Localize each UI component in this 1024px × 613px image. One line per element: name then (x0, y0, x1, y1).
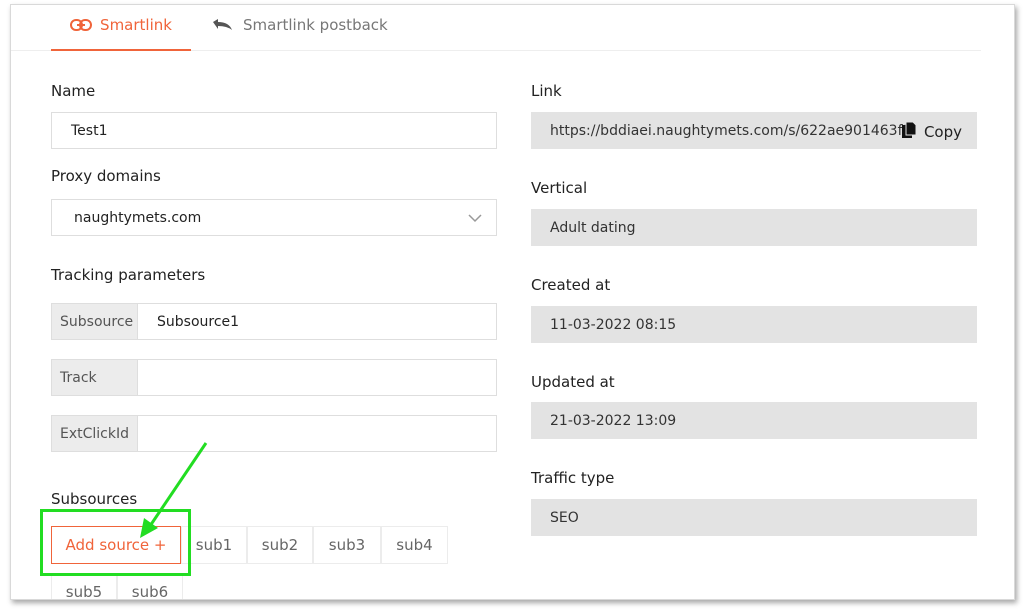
name-label: Name (51, 82, 96, 100)
tab-bar: Smartlink Smartlink postback (11, 5, 981, 51)
vertical-label: Vertical (531, 179, 588, 197)
tracking-parameters-label: Tracking parameters (51, 266, 206, 284)
param-extclickid-addon: ExtClickId (52, 416, 138, 451)
name-field[interactable]: Test1 (51, 112, 497, 149)
copy-button[interactable]: Copy (901, 121, 962, 143)
undo-arrow-icon (209, 16, 235, 36)
param-track: Track (51, 359, 497, 396)
proxy-domains-value: naughtymets.com (74, 209, 202, 226)
link-label: Link (531, 82, 562, 100)
subsource-chip-sub5[interactable]: sub5 (51, 573, 117, 599)
subsource-chip-sub2[interactable]: sub2 (247, 526, 313, 564)
tab-smartlink[interactable]: Smartlink (51, 16, 191, 51)
copy-label: Copy (923, 123, 962, 141)
param-subsource-addon: Subsource (52, 304, 138, 339)
link-field: https://bddiaei.naughtymets.com/s/622ae9… (531, 112, 977, 149)
smartlink-panel: Smartlink Smartlink postback Name Test1 … (10, 4, 1015, 600)
subsource-chip-sub4[interactable]: sub4 (381, 526, 448, 564)
name-value: Test1 (71, 122, 108, 139)
param-track-input[interactable] (138, 360, 496, 395)
tab-smartlink-label: Smartlink (100, 16, 172, 34)
updated-at-field: 21-03-2022 13:09 (531, 402, 977, 439)
traffic-type-field: SEO (531, 499, 977, 536)
proxy-domains-label: Proxy domains (51, 167, 161, 185)
traffic-type-value: SEO (550, 509, 579, 526)
tab-smartlink-postback[interactable]: Smartlink postback (209, 16, 388, 50)
created-at-field: 11-03-2022 08:15 (531, 306, 977, 343)
link-icon (70, 16, 93, 36)
vertical-field: Adult dating (531, 209, 977, 246)
subsources-label: Subsources (51, 490, 138, 508)
tab-smartlink-postback-label: Smartlink postback (243, 16, 388, 34)
proxy-domains-select[interactable]: naughtymets.com (51, 199, 497, 236)
created-at-value: 11-03-2022 08:15 (550, 316, 677, 333)
param-extclickid: ExtClickId (51, 415, 497, 452)
param-extclickid-input[interactable] (138, 416, 496, 451)
updated-at-label: Updated at (531, 373, 615, 391)
param-subsource: Subsource Subsource1 (51, 303, 497, 340)
chevron-down-icon (468, 211, 482, 227)
subsource-chip-sub6[interactable]: sub6 (117, 573, 183, 599)
subsource-chip-sub3[interactable]: sub3 (313, 526, 381, 564)
updated-at-value: 21-03-2022 13:09 (550, 412, 677, 429)
annotation-highlight-box (40, 509, 191, 576)
created-at-label: Created at (531, 276, 611, 294)
vertical-value: Adult dating (550, 219, 636, 236)
param-subsource-input[interactable]: Subsource1 (138, 304, 496, 339)
copy-icon (901, 121, 917, 143)
param-track-addon: Track (52, 360, 138, 395)
traffic-type-label: Traffic type (531, 469, 615, 487)
link-value: https://bddiaei.naughtymets.com/s/622ae9… (550, 122, 912, 139)
